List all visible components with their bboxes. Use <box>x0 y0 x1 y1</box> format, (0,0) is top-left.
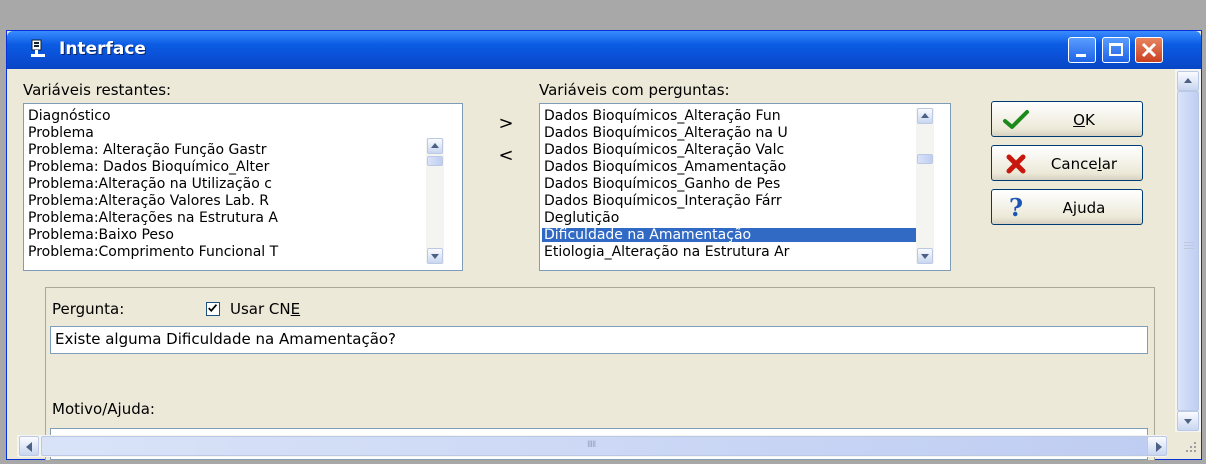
window-scroll-down-button[interactable] <box>1177 411 1199 431</box>
list-item[interactable]: Problema:Alteração na Utilização c <box>28 177 272 191</box>
list-item[interactable]: Dados Bioquímicos_Interação Fárr <box>544 194 782 208</box>
question-input[interactable]: Existe alguma Dificuldade na Amamentação… <box>50 326 1148 354</box>
list-item[interactable]: Problema:Comprimento Funcional T <box>28 245 278 259</box>
resize-grip-icon[interactable] <box>1181 437 1199 455</box>
window-horizontal-scrollbar[interactable]: IIIII <box>17 435 1167 457</box>
chevron-down-icon <box>921 254 929 259</box>
scroll-thumb[interactable] <box>427 156 443 166</box>
list-item[interactable]: Dados Bioquímicos_Alteração Fun <box>544 109 781 123</box>
scroll-grip: IIIII <box>587 440 596 450</box>
scroll-left-button[interactable] <box>19 436 39 456</box>
list-item[interactable]: Problema: Alteração Função Gastr <box>28 143 266 157</box>
red-x-icon <box>1006 154 1026 174</box>
use-cne-checkbox[interactable] <box>206 302 220 316</box>
horizontal-scroll-thumb[interactable]: IIIII <box>41 436 1151 456</box>
list-item[interactable]: Dados Bioquímicos_Alteração Valc <box>544 143 784 157</box>
maximize-button[interactable] <box>1102 37 1130 63</box>
list-item[interactable]: Dados Bioquímicos_Alteração na U <box>544 126 788 140</box>
list-item[interactable]: Problema:Alteração Valores Lab. R <box>28 194 269 208</box>
scroll-right-button[interactable] <box>1147 436 1167 456</box>
cancel-button[interactable]: Cancelar <box>991 145 1143 181</box>
remove-variable-button[interactable]: < <box>491 145 521 167</box>
remaining-variables-list[interactable]: Diagnóstico Problema Problema: Alteração… <box>23 103 463 271</box>
question-label: Pergunta: <box>52 300 125 318</box>
chevron-down-icon <box>431 254 439 259</box>
resize-grip-dots <box>1186 442 1196 452</box>
minimize-icon <box>1076 54 1086 57</box>
ok-label: OK <box>1073 111 1095 129</box>
chevron-up-icon <box>921 113 929 118</box>
close-button[interactable] <box>1135 37 1163 63</box>
list-item[interactable]: Problema: Dados Bioquímico_Alter <box>28 160 269 174</box>
list-item-selected[interactable]: Dificuldade na Amamentação <box>542 228 926 242</box>
scroll-up-button[interactable] <box>917 108 933 124</box>
checkmark-icon <box>1003 110 1029 129</box>
scroll-thumb[interactable] <box>917 154 933 164</box>
list-item[interactable]: Dados Bioquímicos_Amamentação <box>544 160 786 174</box>
help-label: Ajuda <box>1062 199 1106 217</box>
maximize-icon <box>1109 43 1123 56</box>
title-bar[interactable]: Interface <box>7 31 1201 69</box>
check-icon <box>208 304 218 312</box>
chevron-up-icon <box>431 143 439 148</box>
reason-label: Motivo/Ajuda: <box>52 400 155 418</box>
right-list-scrollbar[interactable] <box>916 108 934 264</box>
left-list-scrollbar[interactable] <box>426 138 444 264</box>
close-icon <box>1141 42 1157 58</box>
window-scroll-thumb[interactable] <box>1177 91 1199 411</box>
list-item[interactable]: Dados Bioquímicos_Ganho de Pes <box>544 177 780 191</box>
list-item[interactable]: Problema:Baixo Peso <box>28 228 174 242</box>
scroll-down-button[interactable] <box>427 248 443 264</box>
left-list-label: Variáveis restantes: <box>23 81 172 99</box>
app-icon <box>31 39 45 57</box>
window-title: Interface <box>59 39 146 59</box>
scroll-up-button[interactable] <box>427 138 443 154</box>
ok-button[interactable]: OK <box>991 101 1143 137</box>
cancel-label: Cancelar <box>1050 155 1118 173</box>
list-item[interactable]: Diagnóstico <box>28 109 111 123</box>
right-list-label: Variáveis com perguntas: <box>539 81 730 99</box>
use-cne-label: Usar CNE <box>230 300 301 318</box>
add-variable-button[interactable]: > <box>491 113 521 135</box>
chevron-right-icon <box>1156 442 1162 452</box>
list-item[interactable]: Problema:Alterações na Estrutura A <box>28 211 278 225</box>
chevron-down-icon <box>1184 419 1192 424</box>
question-mark-icon: ? <box>1008 193 1024 222</box>
chevron-up-icon <box>1184 78 1192 83</box>
variables-with-questions-list[interactable]: Dados Bioquímicos_Alteração Fun Dados Bi… <box>539 103 951 271</box>
window-scroll-up-button[interactable] <box>1177 71 1199 91</box>
help-button[interactable]: ? Ajuda <box>991 189 1143 225</box>
list-item[interactable]: Etiologia_Alteração na Estrutura Ar <box>544 245 789 259</box>
list-item[interactable]: Problema <box>28 126 94 140</box>
scroll-down-button[interactable] <box>917 248 933 264</box>
minimize-button[interactable] <box>1068 37 1096 63</box>
chevron-left-icon <box>26 442 32 452</box>
interface-window: Interface Variáveis restantes: Diagnósti… <box>6 30 1202 461</box>
list-item[interactable]: Deglutição <box>544 211 619 225</box>
window-vertical-scrollbar[interactable] <box>1175 69 1201 432</box>
